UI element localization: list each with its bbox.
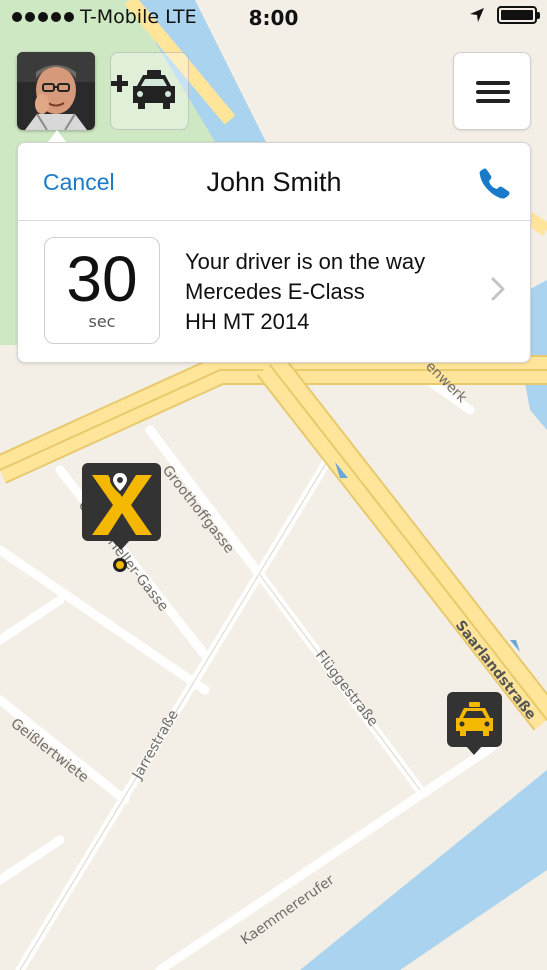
driver-name: John Smith bbox=[206, 167, 342, 197]
battery-icon bbox=[497, 6, 540, 24]
pickup-location-dot bbox=[113, 558, 127, 572]
add-taxi-button[interactable] bbox=[110, 52, 189, 130]
eta-countdown: 30 sec bbox=[44, 237, 160, 344]
phone-icon[interactable] bbox=[473, 163, 513, 203]
status-right bbox=[469, 6, 540, 24]
pickup-pin-icon bbox=[92, 471, 152, 535]
car-model: Mercedes E-Class bbox=[185, 279, 365, 304]
chevron-right-icon[interactable] bbox=[488, 275, 508, 303]
driver-photo bbox=[17, 52, 95, 130]
avatar[interactable] bbox=[17, 52, 95, 130]
card-header: Cancel John Smith bbox=[18, 143, 530, 221]
location-arrow-icon bbox=[470, 8, 484, 22]
menu-button[interactable] bbox=[453, 52, 531, 130]
avatar-caret bbox=[48, 130, 66, 142]
add-taxi-icon bbox=[111, 70, 175, 109]
pickup-marker[interactable] bbox=[82, 463, 161, 550]
license-plate: HH MT 2014 bbox=[185, 309, 310, 334]
taxi-icon bbox=[456, 702, 493, 736]
eta-value: 30 bbox=[66, 243, 138, 315]
clock: 8:00 bbox=[248, 6, 299, 30]
driver-card: Cancel John Smith 30 sec Your driver is … bbox=[17, 142, 531, 363]
status-bar: T-Mobile LTE 8:00 bbox=[0, 0, 547, 36]
eta-unit: sec bbox=[88, 312, 116, 331]
taxi-marker[interactable] bbox=[447, 692, 502, 755]
status-line: Your driver is on the way bbox=[185, 249, 426, 274]
trip-info[interactable]: Your driver is on the way Mercedes E-Cla… bbox=[185, 247, 425, 337]
